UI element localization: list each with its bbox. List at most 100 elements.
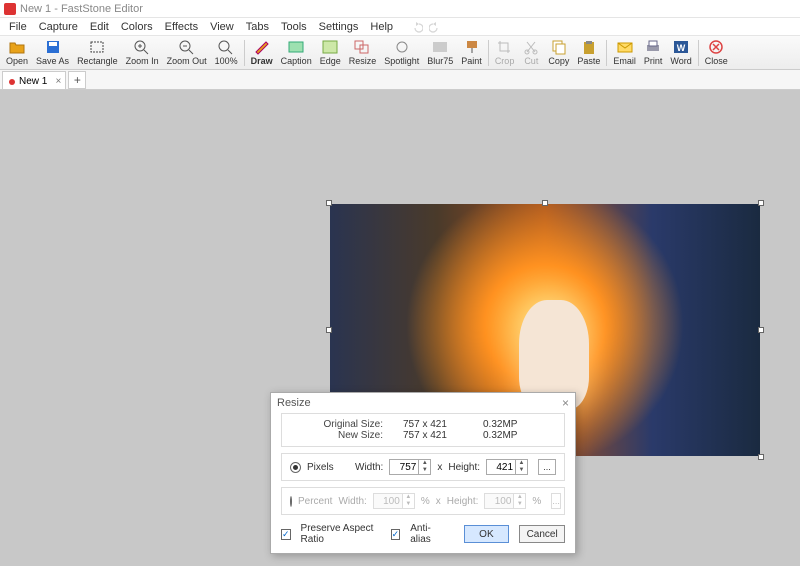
toolbar-print-label: Print xyxy=(644,56,663,66)
edge-icon xyxy=(321,39,339,55)
save-icon xyxy=(44,39,62,55)
width-label: Width: xyxy=(355,462,383,473)
height-px-input[interactable] xyxy=(486,459,516,475)
toolbar-paste-button[interactable]: Paste xyxy=(573,36,604,70)
toolbar-z100-button[interactable]: 100% xyxy=(211,36,242,70)
height-px-spinner[interactable]: ▲▼ xyxy=(516,459,528,475)
cut-icon xyxy=(522,39,540,55)
paste-icon xyxy=(580,39,598,55)
toolbar-edge-label: Edge xyxy=(320,56,341,66)
dialog-titlebar[interactable]: Resize × xyxy=(271,393,575,413)
menu-effects[interactable]: Effects xyxy=(160,20,203,34)
toolbar-caption-button[interactable]: Caption xyxy=(277,36,316,70)
crop-icon xyxy=(496,39,514,55)
document-tab[interactable]: New 1 × xyxy=(2,71,66,89)
width-px-spinner[interactable]: ▲▼ xyxy=(419,459,431,475)
toolbar-rect-button[interactable]: Rectangle xyxy=(73,36,122,70)
toolbar-close-button[interactable]: Close xyxy=(701,36,732,70)
toolbar-open-button[interactable]: Open xyxy=(2,36,32,70)
toolbar-word-label: Word xyxy=(670,56,691,66)
draw-icon xyxy=(253,39,271,55)
resize-handle-n[interactable] xyxy=(542,200,548,206)
print-icon xyxy=(644,39,662,55)
height-pc-spinner: ▲▼ xyxy=(514,493,526,509)
width-pc-input xyxy=(373,493,403,509)
toolbar-crop-button: Crop xyxy=(491,36,519,70)
pct2: % xyxy=(532,496,541,507)
dialog-title: Resize xyxy=(277,397,311,409)
zoom100-icon xyxy=(217,39,235,55)
toolbar-crop-label: Crop xyxy=(495,56,515,66)
toolbar-saveas-button[interactable]: Save As xyxy=(32,36,73,70)
size-info-panel: Original Size: 757 x 421 0.32MP New Size… xyxy=(281,413,565,447)
toolbar-word-button[interactable]: WWord xyxy=(666,36,695,70)
toolbar-resize-button[interactable]: Resize xyxy=(345,36,381,70)
percent-radio[interactable] xyxy=(290,496,292,507)
preserve-ratio-checkbox[interactable]: ✓ xyxy=(281,529,291,540)
toolbar-copy-label: Copy xyxy=(548,56,569,66)
px-presets-button[interactable]: ... xyxy=(538,459,556,475)
word-icon: W xyxy=(672,39,690,55)
toolbar-paint-label: Paint xyxy=(461,56,482,66)
pixels-panel: Pixels Width: ▲▼ x Height: ▲▼ ... xyxy=(281,453,565,481)
tab-close-icon[interactable]: × xyxy=(56,76,62,87)
zoomin-icon xyxy=(133,39,151,55)
toolbar-zoomin-button[interactable]: Zoom In xyxy=(122,36,163,70)
menu-help[interactable]: Help xyxy=(365,20,398,34)
toolbar-rect-label: Rectangle xyxy=(77,56,118,66)
undo-icon[interactable] xyxy=(411,21,423,33)
resize-handle-se[interactable] xyxy=(758,454,764,460)
menu-tabs[interactable]: Tabs xyxy=(241,20,274,34)
antialias-checkbox[interactable]: ✓ xyxy=(391,529,401,540)
width-px-input[interactable] xyxy=(389,459,419,475)
menu-colors[interactable]: Colors xyxy=(116,20,158,34)
menu-capture[interactable]: Capture xyxy=(34,20,83,34)
toolbar-spot-button[interactable]: Spotlight xyxy=(380,36,423,70)
toolbar-saveas-label: Save As xyxy=(36,56,69,66)
modified-dot-icon xyxy=(9,79,15,85)
toolbar-blur-button[interactable]: Blur75 xyxy=(423,36,457,70)
resize-handle-nw[interactable] xyxy=(326,200,332,206)
new-size-value: 757 x 421 xyxy=(403,430,463,441)
menubar: File Capture Edit Colors Effects View Ta… xyxy=(0,18,800,36)
height-label: Height: xyxy=(448,462,480,473)
redo-icon[interactable] xyxy=(429,21,441,33)
dialog-close-icon[interactable]: × xyxy=(562,396,569,410)
toolbar-email-label: Email xyxy=(613,56,636,66)
new-tab-button[interactable]: + xyxy=(68,71,86,89)
toolbar-close-label: Close xyxy=(705,56,728,66)
cancel-button[interactable]: Cancel xyxy=(519,525,565,543)
ok-button[interactable]: OK xyxy=(464,525,510,543)
window-title: New 1 - FastStone Editor xyxy=(20,3,143,15)
menu-file[interactable]: File xyxy=(4,20,32,34)
toolbar-blur-label: Blur75 xyxy=(427,56,453,66)
toolbar-resize-label: Resize xyxy=(349,56,377,66)
menu-edit[interactable]: Edit xyxy=(85,20,114,34)
pixels-radio[interactable] xyxy=(290,462,301,473)
zoomout-icon xyxy=(178,39,196,55)
toolbar-z100-label: 100% xyxy=(215,56,238,66)
menu-view[interactable]: View xyxy=(205,20,239,34)
menu-settings[interactable]: Settings xyxy=(314,20,364,34)
toolbar-edge-button[interactable]: Edge xyxy=(316,36,345,70)
percent-label: Percent xyxy=(298,496,332,507)
toolbar-open-label: Open xyxy=(6,56,28,66)
original-size-value: 757 x 421 xyxy=(403,419,463,430)
resize-handle-w[interactable] xyxy=(326,327,332,333)
width-pc-label: Width: xyxy=(338,496,366,507)
toolbar-draw-button[interactable]: Draw xyxy=(247,36,277,70)
toolbar-zoomout-button[interactable]: Zoom Out xyxy=(163,36,211,70)
toolbar-caption-label: Caption xyxy=(281,56,312,66)
pct1: % xyxy=(421,496,430,507)
resize-handle-ne[interactable] xyxy=(758,200,764,206)
resize-icon xyxy=(353,39,371,55)
menu-tools[interactable]: Tools xyxy=(276,20,312,34)
toolbar-copy-button[interactable]: Copy xyxy=(544,36,573,70)
toolbar-print-button[interactable]: Print xyxy=(640,36,667,70)
spot-icon xyxy=(393,39,411,55)
resize-handle-e[interactable] xyxy=(758,327,764,333)
copy-icon xyxy=(550,39,568,55)
toolbar-email-button[interactable]: Email xyxy=(609,36,640,70)
toolbar-paint-button[interactable]: Paint xyxy=(457,36,486,70)
original-size-label: Original Size: xyxy=(313,419,383,430)
